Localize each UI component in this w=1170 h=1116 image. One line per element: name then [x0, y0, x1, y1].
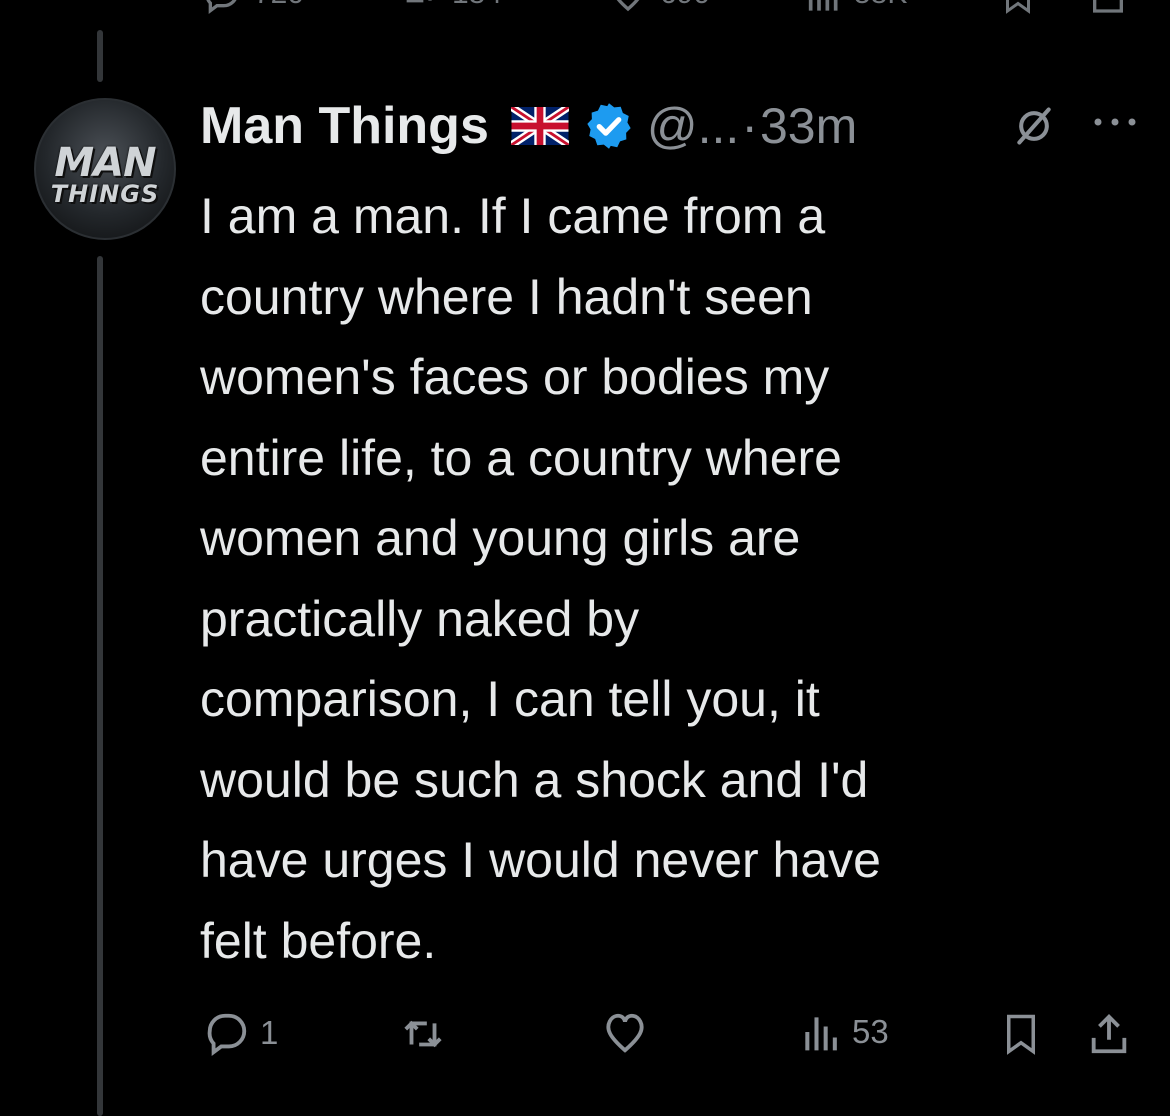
prev-share-button[interactable]: [1088, 0, 1128, 18]
prev-reply-button[interactable]: 720: [200, 0, 304, 14]
tweet-text-line: practically naked by: [200, 590, 640, 647]
share-icon: [1093, 0, 1123, 13]
bookmark-icon: [1006, 0, 1030, 14]
more-options-icon[interactable]: [1090, 110, 1140, 134]
author-avatar[interactable]: MAN THINGS: [34, 98, 176, 240]
uk-flag-icon: [510, 107, 569, 145]
share-button[interactable]: [1086, 1010, 1132, 1058]
repost-button[interactable]: [398, 1010, 456, 1056]
previous-tweet-actions: 720 184 690 58K: [0, 0, 1170, 18]
tweet-text-line: I am a man. If I came from a: [200, 188, 826, 244]
prev-views-button[interactable]: 58K: [804, 0, 907, 14]
tweet-text-line: felt before.: [200, 912, 437, 969]
tweet-text-line: would be such a shock and I'd: [200, 751, 869, 808]
like-button[interactable]: [600, 1010, 658, 1056]
tweet-text-line: have urges I would never have: [200, 832, 881, 888]
verified-badge-icon[interactable]: [583, 100, 635, 152]
tweet-header: Man Things @... · 33m: [200, 93, 857, 159]
tweet-text-line: country where I hadn't seen: [200, 268, 813, 325]
tweet-timestamp[interactable]: 33m: [760, 97, 857, 155]
repost-icon: [404, 1020, 442, 1048]
repost-icon: [406, 0, 432, 3]
prev-repost-count: 184: [452, 0, 502, 11]
thread-line-bottom: [97, 256, 103, 1116]
header-separator: ·: [741, 98, 758, 154]
prev-bookmark-button[interactable]: [1000, 0, 1036, 18]
bookmark-button[interactable]: [1000, 1010, 1042, 1058]
heart-icon: [616, 0, 640, 12]
views-icon: [805, 1017, 837, 1051]
prev-reply-count: 720: [254, 0, 304, 11]
tweet-text-line: entire life, to a country where: [200, 429, 842, 486]
reply-button[interactable]: 1: [202, 1010, 278, 1056]
heart-icon: [606, 1013, 644, 1053]
prev-like-count: 690: [660, 0, 710, 11]
reply-count: 1: [260, 1014, 279, 1051]
reply-icon: [206, 0, 237, 14]
views-count: 53: [852, 1013, 889, 1050]
bookmark-icon: [1007, 1014, 1035, 1055]
grok-icon[interactable]: [1012, 104, 1056, 148]
tweet-text-line: women and young girls are: [200, 510, 801, 566]
prev-like-button[interactable]: 690: [606, 0, 710, 14]
tweet-text: I am a man. If I came from a country whe…: [200, 176, 1140, 981]
thread-line-top: [97, 30, 103, 82]
tweet-text-line: women's faces or bodies my: [200, 349, 830, 405]
views-button[interactable]: 53: [800, 1010, 889, 1054]
prev-repost-button[interactable]: 184: [398, 0, 502, 14]
avatar-logo-line2: THINGS: [50, 180, 160, 208]
share-icon: [1091, 1014, 1127, 1054]
tweet-text-line: comparison, I can tell you, it: [200, 671, 820, 727]
reply-icon: [207, 1013, 247, 1056]
prev-views-count: 58K: [854, 0, 907, 11]
author-name[interactable]: Man Things: [200, 96, 489, 156]
author-handle[interactable]: @...: [647, 97, 739, 155]
tweet-actions: 1 53: [0, 1004, 1170, 1060]
views-icon: [808, 0, 838, 11]
